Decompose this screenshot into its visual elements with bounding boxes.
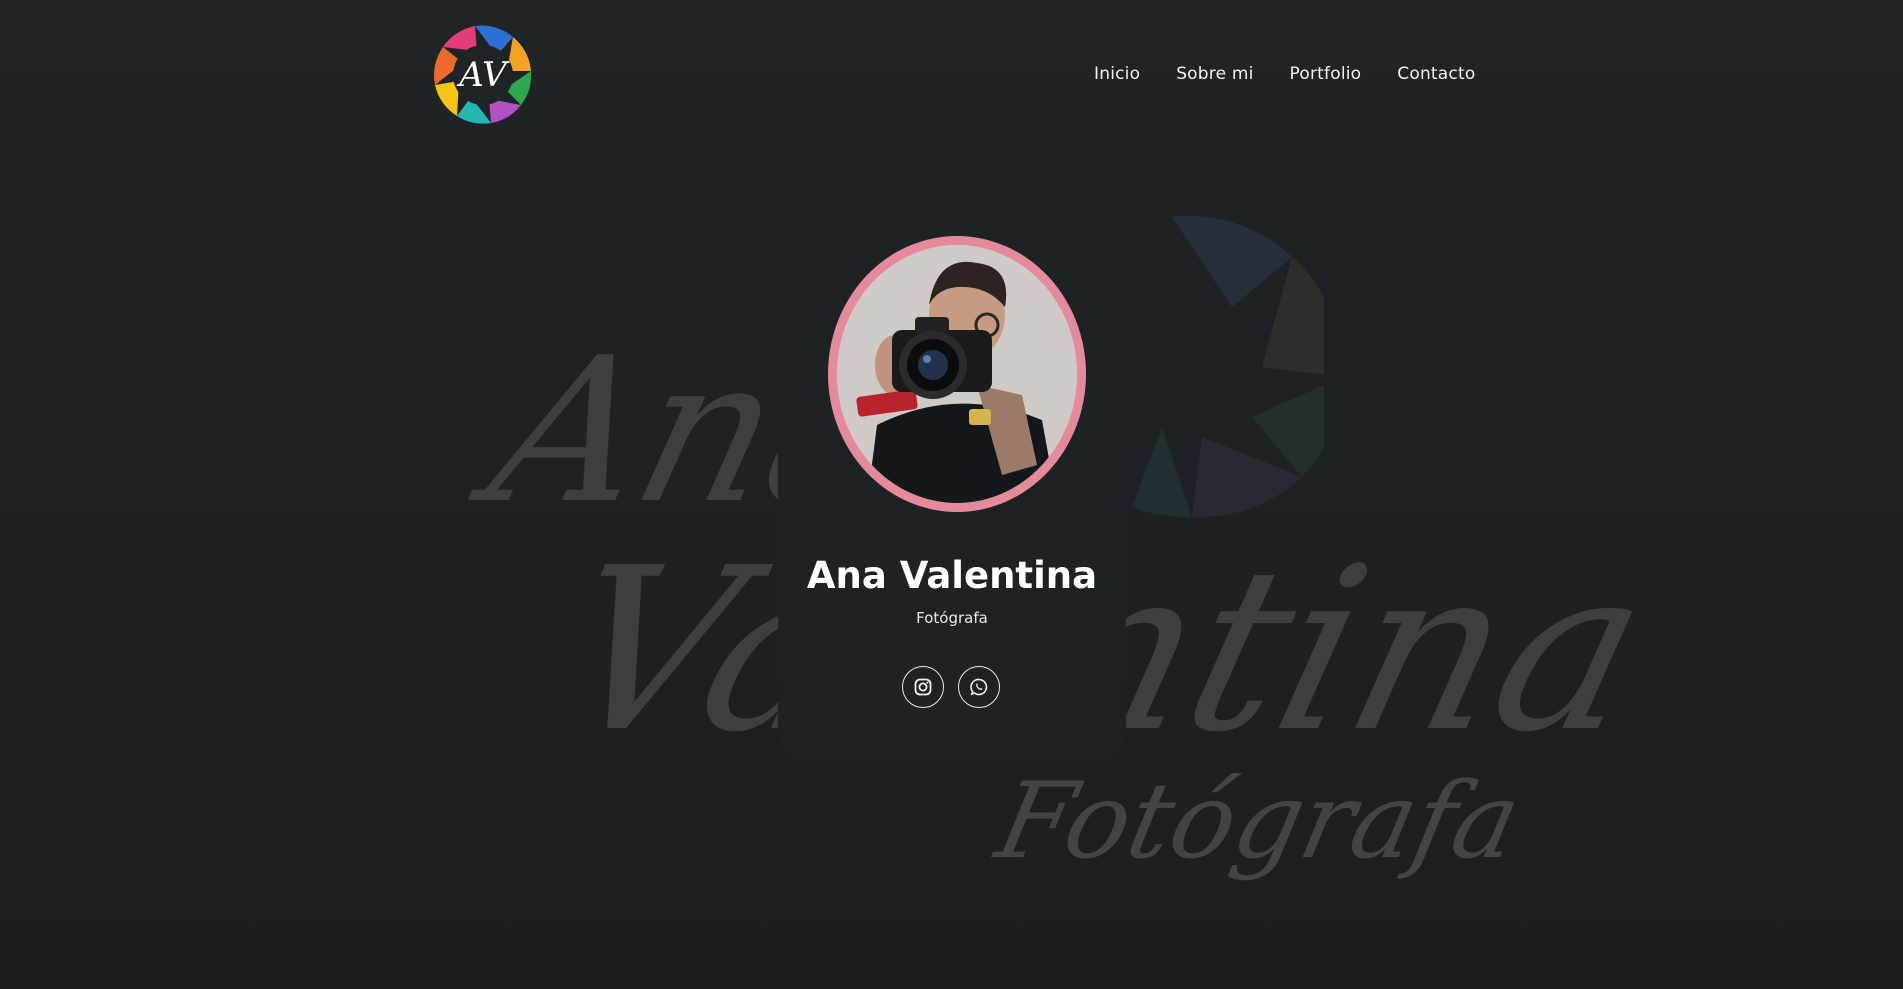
whatsapp-icon	[970, 678, 988, 696]
nav-item-contacto[interactable]: Contacto	[1397, 64, 1475, 84]
photographer-with-camera-image	[837, 245, 1077, 503]
instagram-button[interactable]	[902, 666, 944, 708]
nav-item-sobre-mi[interactable]: Sobre mi	[1176, 64, 1253, 84]
nav-item-inicio[interactable]: Inicio	[1094, 64, 1140, 84]
site-header: AV Inicio Sobre mi Portfolio Contacto	[0, 0, 1903, 160]
profile-role: Fotógrafa	[916, 609, 988, 627]
profile-card: Ana Valentina Fotógrafa	[778, 214, 1126, 766]
instagram-icon	[914, 678, 932, 696]
nav-item-portfolio[interactable]: Portfolio	[1290, 64, 1362, 84]
site-logo[interactable]: AV	[432, 24, 534, 126]
svg-text:AV: AV	[456, 55, 510, 95]
main-nav: Inicio Sobre mi Portfolio Contacto	[1094, 64, 1475, 84]
social-links	[902, 666, 1000, 708]
whatsapp-button[interactable]	[958, 666, 1000, 708]
profile-name: Ana Valentina	[806, 554, 1098, 597]
watermark-fotografa-text: Fotógrafa	[987, 760, 1531, 882]
profile-photo	[828, 236, 1086, 512]
